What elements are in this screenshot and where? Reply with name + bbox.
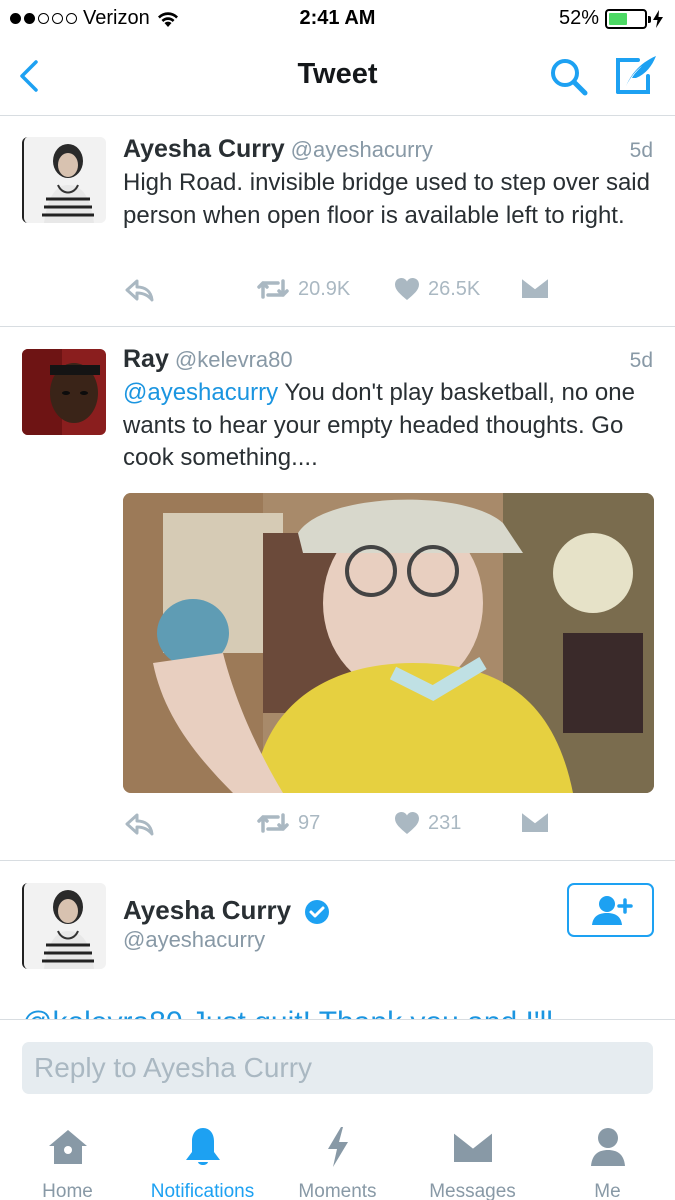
battery-icon: [605, 8, 651, 29]
envelope-icon: [521, 811, 549, 832]
reply-icon: [125, 279, 154, 302]
battery-percent: 52%: [558, 7, 599, 29]
author-handle: @ayeshacurry: [290, 137, 433, 162]
retweet-icon: [257, 279, 289, 299]
heart-icon: [395, 278, 419, 300]
battery-fill: [609, 12, 627, 25]
retweet-count: 20.9K: [298, 277, 351, 300]
direct-message-button[interactable]: [521, 277, 549, 299]
heart-icon: [395, 812, 419, 834]
follow-button[interactable]: [567, 883, 654, 937]
retweet-button[interactable]: 20.9K: [256, 277, 350, 301]
tweet-text-clipped: @kelevra80 Just quit! Thank you and I'll: [22, 1002, 662, 1020]
bell-icon: [185, 1128, 220, 1165]
compose-button[interactable]: [612, 52, 660, 98]
retweet-button[interactable]: 97: [256, 811, 320, 835]
avatar-image: [24, 137, 106, 223]
tab-notifications[interactable]: Notifications: [135, 1125, 270, 1200]
charging-bolt-icon: [653, 9, 663, 28]
reply-button[interactable]: [123, 277, 155, 303]
search-icon: [551, 59, 588, 96]
person-icon: [590, 1128, 625, 1166]
tab-messages[interactable]: Messages: [405, 1125, 540, 1200]
mention-link[interactable]: @ayeshacurry: [123, 379, 278, 406]
status-bar: Verizon 2:41 AM 52%: [0, 0, 675, 38]
tab-moments[interactable]: Moments: [270, 1125, 405, 1200]
tweet-timestamp: 5d: [629, 139, 653, 162]
tab-icon-wrap: [540, 1125, 675, 1169]
tab-label: Me: [594, 1181, 621, 1200]
tweet-author[interactable]: Ayesha Curry @ayeshacurry: [123, 135, 433, 164]
envelope-icon: [521, 277, 549, 298]
tweet-timestamp: 5d: [629, 349, 653, 372]
like-button[interactable]: 26.5K: [394, 277, 480, 301]
profile-handle: @ayeshacurry: [123, 927, 266, 952]
reply-button[interactable]: [123, 811, 155, 837]
search-button[interactable]: [547, 55, 591, 99]
author-handle: @kelevra80: [174, 347, 293, 372]
avatar-image: [24, 883, 106, 969]
profile-name: Ayesha Curry: [123, 895, 292, 925]
tab-home[interactable]: Home: [0, 1125, 135, 1200]
avatar[interactable]: [22, 883, 106, 969]
avatar-image: [22, 349, 106, 435]
author-name: Ayesha Curry: [123, 135, 285, 163]
tweet-ayesha[interactable]: Ayesha Curry @ayeshacurry 5d High Road. i…: [0, 117, 675, 327]
profile-name-row[interactable]: Ayesha Curry: [123, 895, 330, 926]
retweet-icon: [257, 813, 289, 833]
tab-label: Notifications: [150, 1181, 255, 1200]
home-icon: [48, 1130, 87, 1164]
tab-icon-wrap: [0, 1125, 135, 1169]
tweet-actions: 97 231: [123, 811, 658, 845]
like-button[interactable]: 231: [394, 811, 461, 835]
tab-me[interactable]: Me: [540, 1125, 675, 1200]
reply-input[interactable]: [22, 1042, 653, 1094]
tab-label: Moments: [298, 1181, 377, 1200]
clipped-text-line: @kelevra80 Just quit! Thank you and I'll: [22, 1006, 662, 1020]
tweet-media-image: [123, 493, 654, 793]
verified-badge-icon: [305, 900, 330, 925]
tweet-media[interactable]: [123, 493, 654, 793]
add-user-icon: [591, 896, 633, 925]
navigation-bar: Tweet: [0, 38, 675, 116]
battery-tip: [648, 15, 651, 23]
retweet-count: 97: [298, 811, 321, 834]
avatar[interactable]: [22, 137, 106, 223]
status-right: 52%: [559, 7, 663, 30]
reply-icon: [125, 813, 154, 836]
lightning-icon: [327, 1127, 348, 1167]
like-count: 231: [428, 811, 462, 834]
tab-bar: Home Notifications Moments Messages Me: [0, 1115, 675, 1200]
avatar[interactable]: [22, 349, 106, 435]
reply-bar: [0, 1019, 675, 1115]
tweet-ray[interactable]: Ray @kelevra80 5d @ayeshacurry You don't …: [0, 327, 675, 861]
tweet-text: @ayeshacurry You don't play basketball, …: [123, 377, 658, 475]
tweet-author[interactable]: Ray @kelevra80: [123, 345, 293, 374]
tab-icon-wrap: [135, 1125, 270, 1169]
tab-icon-wrap: [405, 1125, 540, 1169]
author-name: Ray: [123, 345, 169, 373]
like-count: 26.5K: [428, 277, 481, 300]
tweet-actions: 20.9K 26.5K: [123, 277, 658, 311]
tab-label: Messages: [429, 1181, 516, 1200]
envelope-icon: [452, 1131, 493, 1162]
tweet-text: High Road. invisible bridge used to step…: [123, 169, 650, 229]
compose-icon: [616, 56, 656, 94]
tab-label: Home: [42, 1181, 93, 1200]
tab-icon-wrap: [270, 1125, 405, 1169]
direct-message-button[interactable]: [521, 811, 549, 833]
